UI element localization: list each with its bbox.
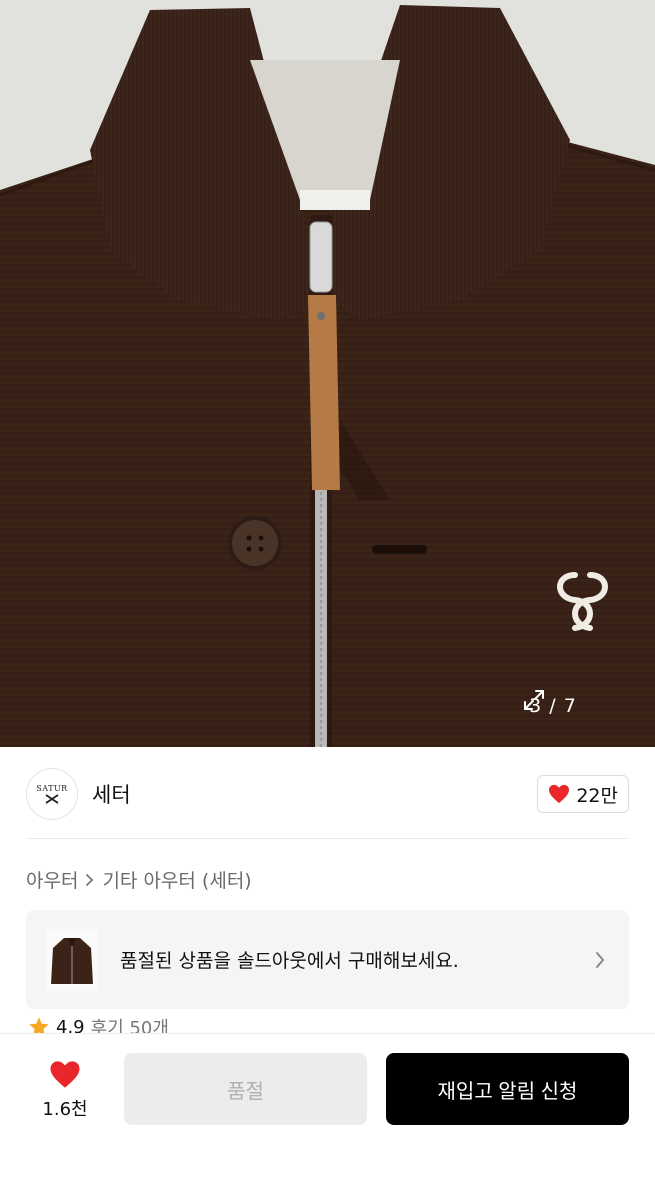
brand-logo[interactable]: SATUR xyxy=(26,768,78,820)
soldout-button[interactable]: 품절 xyxy=(124,1053,367,1125)
brand-name[interactable]: 세터 xyxy=(92,779,131,809)
soldout-product-thumbnail xyxy=(46,928,98,991)
breadcrumb-item-outer[interactable]: 아우터 xyxy=(26,866,78,893)
product-image[interactable]: 3 / 7 xyxy=(0,0,655,747)
jacket-photo xyxy=(0,0,655,747)
chevron-right-icon xyxy=(596,951,605,968)
divider xyxy=(26,838,629,839)
brand-like-count: 22만 xyxy=(576,784,618,807)
heart-icon xyxy=(50,1060,80,1088)
brand-like-button[interactable]: 22만 xyxy=(537,775,629,813)
restock-alert-button[interactable]: 재입고 알림 신청 xyxy=(386,1053,629,1125)
soldout-banner-text: 품절된 상품을 솔드아웃에서 구매해보세요. xyxy=(120,950,459,972)
brand-row: SATUR 세터 22만 xyxy=(26,767,629,821)
breadcrumb-item-other-outer[interactable]: 기타 아우터 (세터) xyxy=(102,866,251,893)
chevron-right-icon xyxy=(86,873,94,886)
brand-logo-wordmark: SATUR xyxy=(36,783,68,793)
heart-icon xyxy=(549,784,570,804)
bottom-action-bar: 1.6천 품절 재입고 알림 신청 xyxy=(0,1034,655,1200)
breadcrumb: 아우터 기타 아우터 (세터) xyxy=(26,866,252,893)
expand-icon[interactable] xyxy=(524,687,625,725)
soldout-banner[interactable]: 품절된 상품을 솔드아웃에서 구매해보세요. xyxy=(26,910,629,1009)
product-page: 3 / 7 SATUR 세터 22만 아우터 기타 아우터 (세터) 품절된 상… xyxy=(0,0,655,1200)
wishlist-count: 1.6천 xyxy=(42,1098,88,1120)
wishlist-button[interactable]: 1.6천 xyxy=(26,1054,104,1126)
gallery-counter: 3 / 7 xyxy=(521,687,629,725)
brand-logo-mark-icon xyxy=(45,793,59,804)
